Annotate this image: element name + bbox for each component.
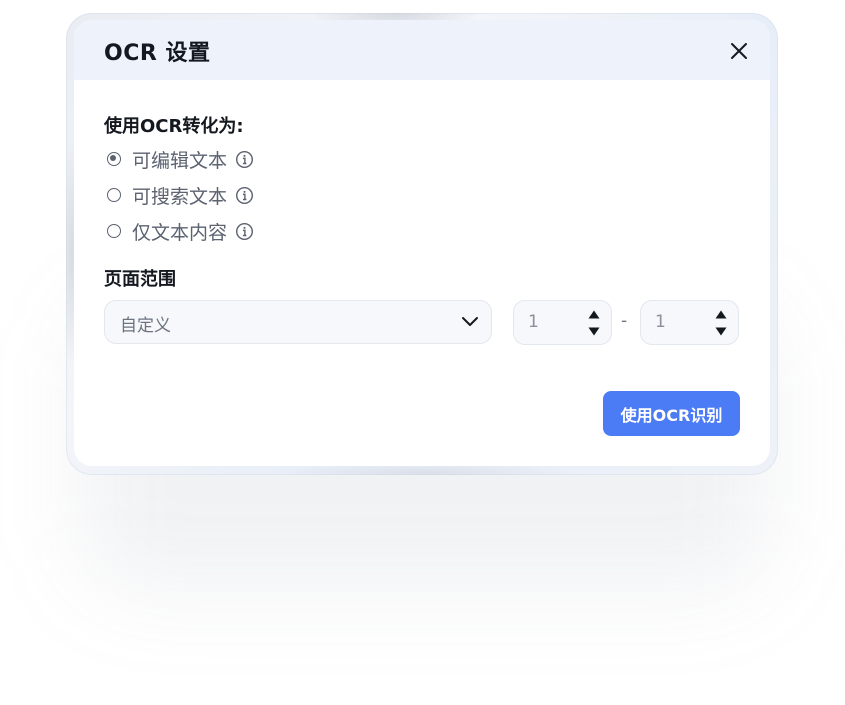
- radio-label: 可搜索文本: [132, 185, 228, 208]
- radio-searchable-text[interactable]: 可搜索文本: [107, 183, 254, 208]
- chevron-down-icon: [462, 317, 478, 326]
- page-range-select[interactable]: 自定义: [104, 300, 492, 344]
- radio-button[interactable]: [107, 224, 121, 238]
- info-icon[interactable]: [235, 150, 254, 169]
- page-range-label: 页面范围: [104, 269, 176, 290]
- radio-label: 可编辑文本: [132, 149, 228, 172]
- page-to-stepper[interactable]: [640, 300, 739, 345]
- ocr-mode-label: 使用OCR转化为:: [104, 116, 244, 137]
- dialog-header: OCR 设置: [74, 20, 770, 80]
- page-from-stepper[interactable]: [513, 300, 612, 345]
- run-ocr-button[interactable]: 使用OCR识别: [603, 391, 740, 436]
- radio-label: 仅文本内容: [132, 221, 228, 244]
- ocr-settings-dialog: OCR 设置 使用OCR转化为: 可编辑文本 可搜索文本 仅文本内容 页面范围 …: [74, 20, 770, 466]
- info-icon[interactable]: [235, 186, 254, 205]
- radio-text-only[interactable]: 仅文本内容: [107, 219, 254, 244]
- radio-button[interactable]: [107, 188, 121, 202]
- page-to-input[interactable]: [655, 312, 695, 332]
- close-icon[interactable]: [728, 40, 750, 62]
- triangle-up-icon[interactable]: [715, 310, 727, 319]
- info-icon[interactable]: [235, 222, 254, 241]
- radio-editable-text[interactable]: 可编辑文本: [107, 147, 254, 172]
- radio-button-checked[interactable]: [107, 152, 121, 166]
- range-separator: -: [621, 311, 628, 331]
- triangle-up-icon[interactable]: [588, 310, 600, 319]
- triangle-down-icon[interactable]: [588, 327, 600, 336]
- select-value: 自定义: [120, 316, 171, 336]
- triangle-down-icon[interactable]: [715, 327, 727, 336]
- stage: OCR 设置 使用OCR转化为: 可编辑文本 可搜索文本 仅文本内容 页面范围 …: [0, 0, 845, 705]
- dialog-title: OCR 设置: [104, 41, 211, 66]
- page-from-input[interactable]: [528, 312, 568, 332]
